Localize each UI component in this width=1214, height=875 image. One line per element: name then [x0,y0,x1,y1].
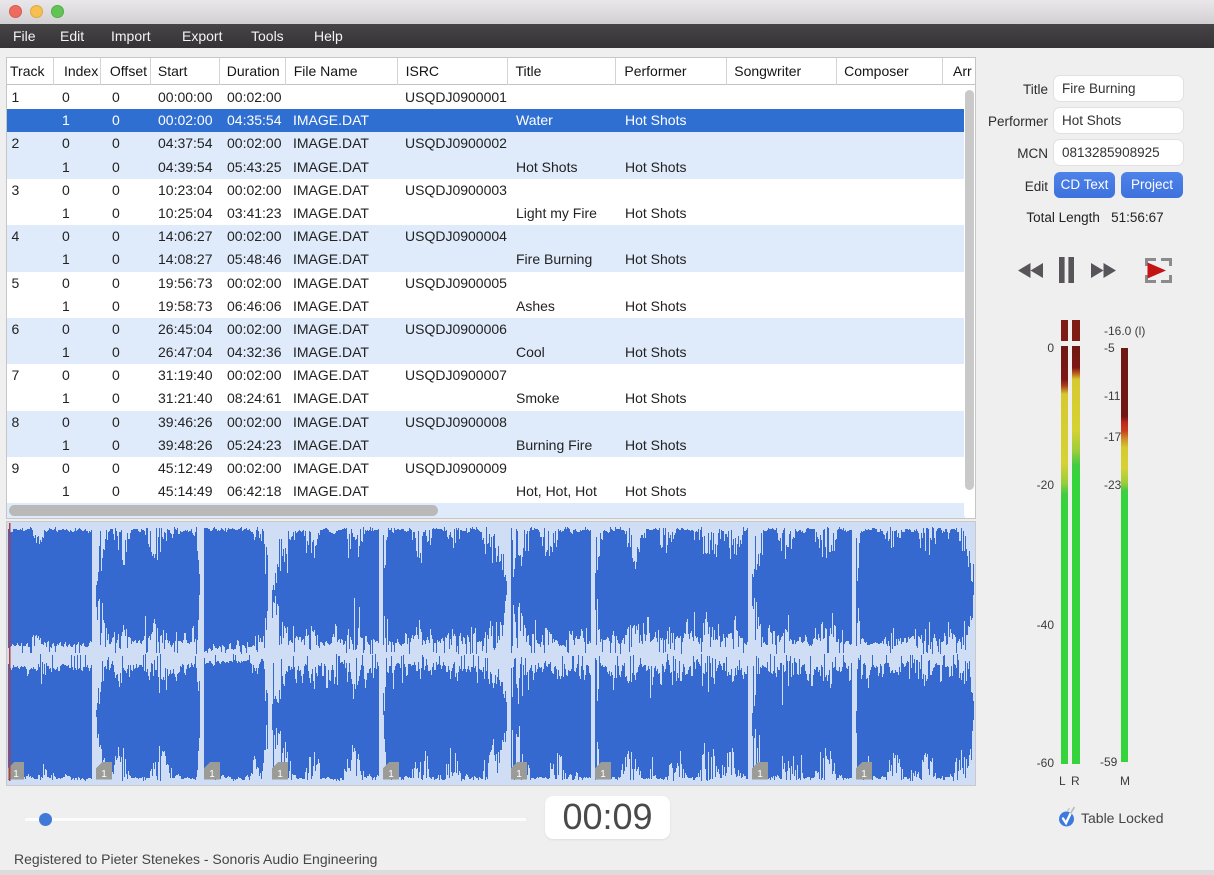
svg-text:1: 1 [13,769,19,780]
svg-text:1: 1 [277,769,283,780]
svg-text:1: 1 [861,769,867,780]
svg-text:1: 1 [516,769,522,780]
svg-text:1: 1 [101,769,107,780]
svg-text:1: 1 [757,769,763,780]
svg-text:1: 1 [600,769,606,780]
svg-text:1: 1 [388,769,394,780]
svg-text:1: 1 [209,769,215,780]
